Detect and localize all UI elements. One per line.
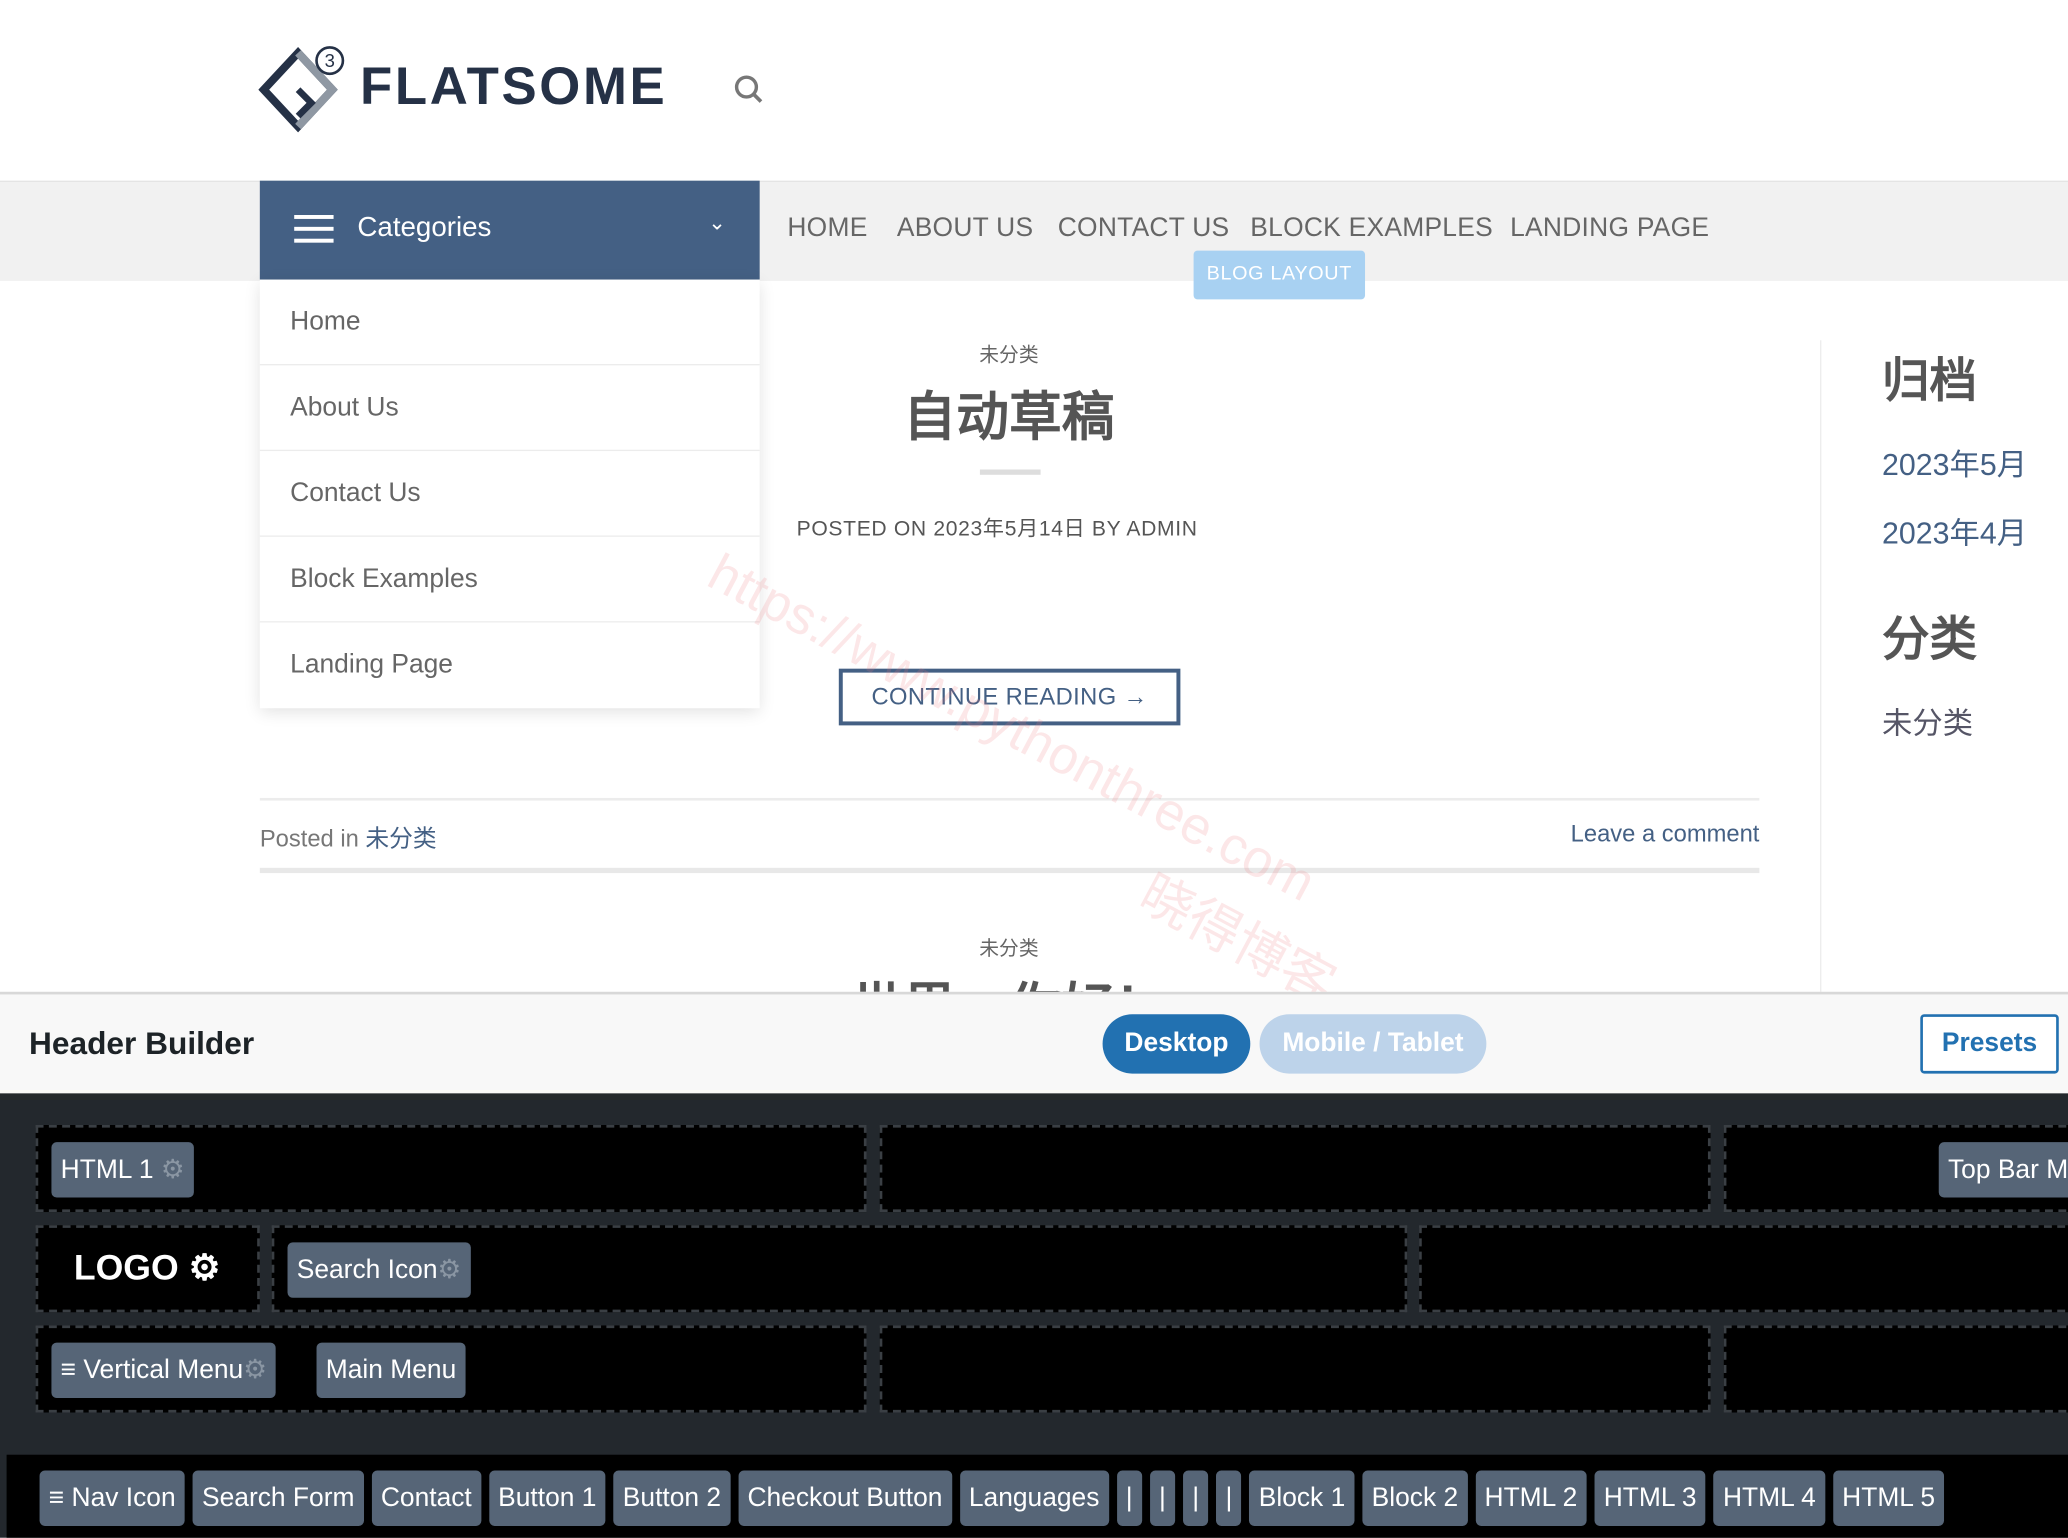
tray-element[interactable]: HTML 3 [1594, 1470, 1706, 1526]
element-label: Block 2 [1371, 1483, 1459, 1513]
gear-icon[interactable]: ⚙ [189, 1248, 221, 1288]
element-label: | [1192, 1483, 1200, 1513]
leave-comment-link[interactable]: Leave a comment [1571, 820, 1760, 848]
available-elements-tray: ≡ Nav Icon Search Form Contact Button 1 Butt… [6, 1454, 2068, 1538]
divider [259, 797, 1760, 801]
presets-button[interactable]: Presets [1920, 1014, 2059, 1074]
logo-label: LOGO [73, 1247, 179, 1288]
watermark-url: https://www.pythonthree.com [698, 543, 1325, 913]
header-main-right-zone[interactable] [1419, 1225, 2068, 1313]
header-builder-title: Header Builder [29, 1026, 255, 1062]
element-label: Button 2 [622, 1483, 722, 1513]
sidebar-divider [1820, 340, 1822, 1000]
element-label: Checkout Button [747, 1483, 943, 1513]
flatsome-logo-icon[interactable]: 3 [258, 45, 349, 135]
tray-element[interactable]: | [1216, 1470, 1242, 1526]
categories-menu-toggle[interactable]: Categories ⌄ [259, 180, 760, 280]
dropdown-item-home[interactable]: Home [259, 280, 760, 366]
element-label: HTML 1 [60, 1155, 154, 1185]
element-label: Button 1 [498, 1483, 597, 1513]
divider [259, 867, 1760, 874]
categories-dropdown: Home About Us Contact Us Block Examples … [259, 279, 760, 709]
category-link[interactable]: 未分类 [1882, 698, 1973, 743]
post-category[interactable]: 未分类 [745, 340, 1273, 368]
tray-element[interactable]: Contact [371, 1470, 481, 1526]
gear-icon[interactable]: ⚙ [438, 1256, 462, 1285]
search-icon-element[interactable]: Search Icon⚙ [287, 1242, 471, 1298]
top-bar-menu-element[interactable]: Top Bar M [1938, 1142, 2068, 1198]
nav-home[interactable]: HOME [787, 214, 867, 244]
nav-about-us[interactable]: ABOUT US [897, 214, 1033, 244]
archive-link[interactable]: 2023年4月 [1882, 508, 2027, 553]
dropdown-item-block-examples[interactable]: Block Examples [259, 537, 760, 623]
post-meta: POSTED ON 2023年5月14日 BY ADMIN [796, 518, 1198, 541]
element-label: | [1159, 1483, 1166, 1513]
chevron-down-icon: ⌄ [708, 212, 726, 235]
main-menu-element[interactable]: Main Menu [316, 1342, 466, 1399]
element-label: HTML 4 [1722, 1483, 1816, 1513]
tray-element[interactable]: Checkout Button [738, 1470, 952, 1526]
tray-element[interactable]: | [1116, 1470, 1142, 1526]
svg-text:3: 3 [325, 50, 335, 71]
element-label: Nav Icon [71, 1483, 176, 1513]
header-bottom-center-zone[interactable] [879, 1325, 1711, 1413]
archives-title: 归档 [1882, 353, 1978, 408]
element-label: Vertical Menu [83, 1355, 244, 1385]
tray-element[interactable]: HTML 4 [1713, 1470, 1826, 1526]
title-divider [979, 469, 1041, 475]
categories-title: 分类 [1882, 611, 1978, 667]
categories-label: Categories [357, 212, 492, 243]
posted-in-label: Posted in [259, 825, 359, 852]
tray-element[interactable]: Button 1 [488, 1470, 606, 1526]
nav-block-examples[interactable]: BLOCK EXAMPLES [1250, 214, 1493, 244]
vertical-menu-element[interactable]: ≡ Vertical Menu⚙ [51, 1342, 277, 1399]
element-label: Search Icon [296, 1255, 438, 1285]
dropdown-item-about-us[interactable]: About Us [259, 365, 760, 452]
element-label: HTML 2 [1484, 1483, 1578, 1513]
nav-landing-page[interactable]: LANDING PAGE [1510, 214, 1709, 244]
tray-element[interactable]: | [1149, 1470, 1176, 1526]
element-label: HTML 3 [1603, 1483, 1697, 1513]
tray-element[interactable]: HTML 2 [1475, 1470, 1587, 1526]
element-label: | [1225, 1483, 1233, 1513]
top-bar-center-zone[interactable] [879, 1125, 1711, 1213]
element-label: Languages [968, 1483, 1100, 1513]
archive-link[interactable]: 2023年5月 [1882, 439, 2027, 484]
element-label: HTML 5 [1842, 1483, 1936, 1513]
hamburger-icon [294, 214, 334, 243]
tray-element[interactable]: | [1183, 1470, 1209, 1526]
site-logo-text[interactable]: FLATSOME [360, 58, 667, 117]
posted-in-category-link[interactable]: 未分类 [365, 826, 436, 852]
element-label: Block 1 [1258, 1483, 1346, 1513]
tray-element[interactable]: Button 2 [613, 1470, 731, 1526]
tray-element[interactable]: Block 1 [1249, 1470, 1355, 1526]
posted-in: Posted in 未分类 [260, 820, 437, 854]
blog-layout-badge[interactable]: BLOG LAYOUT [1193, 250, 1366, 300]
gear-icon[interactable]: ⚙ [243, 1356, 267, 1385]
post-title[interactable]: 自动草稿 [745, 375, 1273, 451]
desktop-tab[interactable]: Desktop [1102, 1014, 1251, 1074]
dropdown-item-contact-us[interactable]: Contact Us [259, 451, 760, 537]
hamburger-icon: ≡ [48, 1483, 72, 1513]
hamburger-icon: ≡ [60, 1355, 77, 1385]
dropdown-item-landing-page[interactable]: Landing Page [260, 623, 760, 707]
html1-element[interactable]: HTML 1 ⚙ [51, 1142, 194, 1198]
logo-element[interactable]: LOGO ⚙ [74, 1248, 221, 1289]
gear-icon[interactable]: ⚙ [161, 1155, 185, 1184]
element-label: Contact [380, 1483, 472, 1513]
header-bottom-right-zone[interactable] [1723, 1325, 2068, 1413]
search-icon[interactable] [733, 74, 765, 106]
mobile-tablet-tab[interactable]: Mobile / Tablet [1259, 1014, 1487, 1074]
tray-element[interactable]: ≡ Nav Icon [39, 1470, 185, 1526]
element-label: | [1125, 1483, 1133, 1513]
tray-element[interactable]: HTML 5 [1832, 1470, 1945, 1526]
element-label: Search Form [202, 1483, 355, 1513]
tray-element[interactable]: Languages [959, 1470, 1109, 1526]
nav-contact-us[interactable]: CONTACT US [1058, 214, 1230, 244]
tray-element[interactable]: Block 2 [1362, 1470, 1468, 1526]
header-builder-bar: Header Builder [0, 991, 2068, 1096]
tray-element[interactable]: Search Form [192, 1470, 364, 1526]
